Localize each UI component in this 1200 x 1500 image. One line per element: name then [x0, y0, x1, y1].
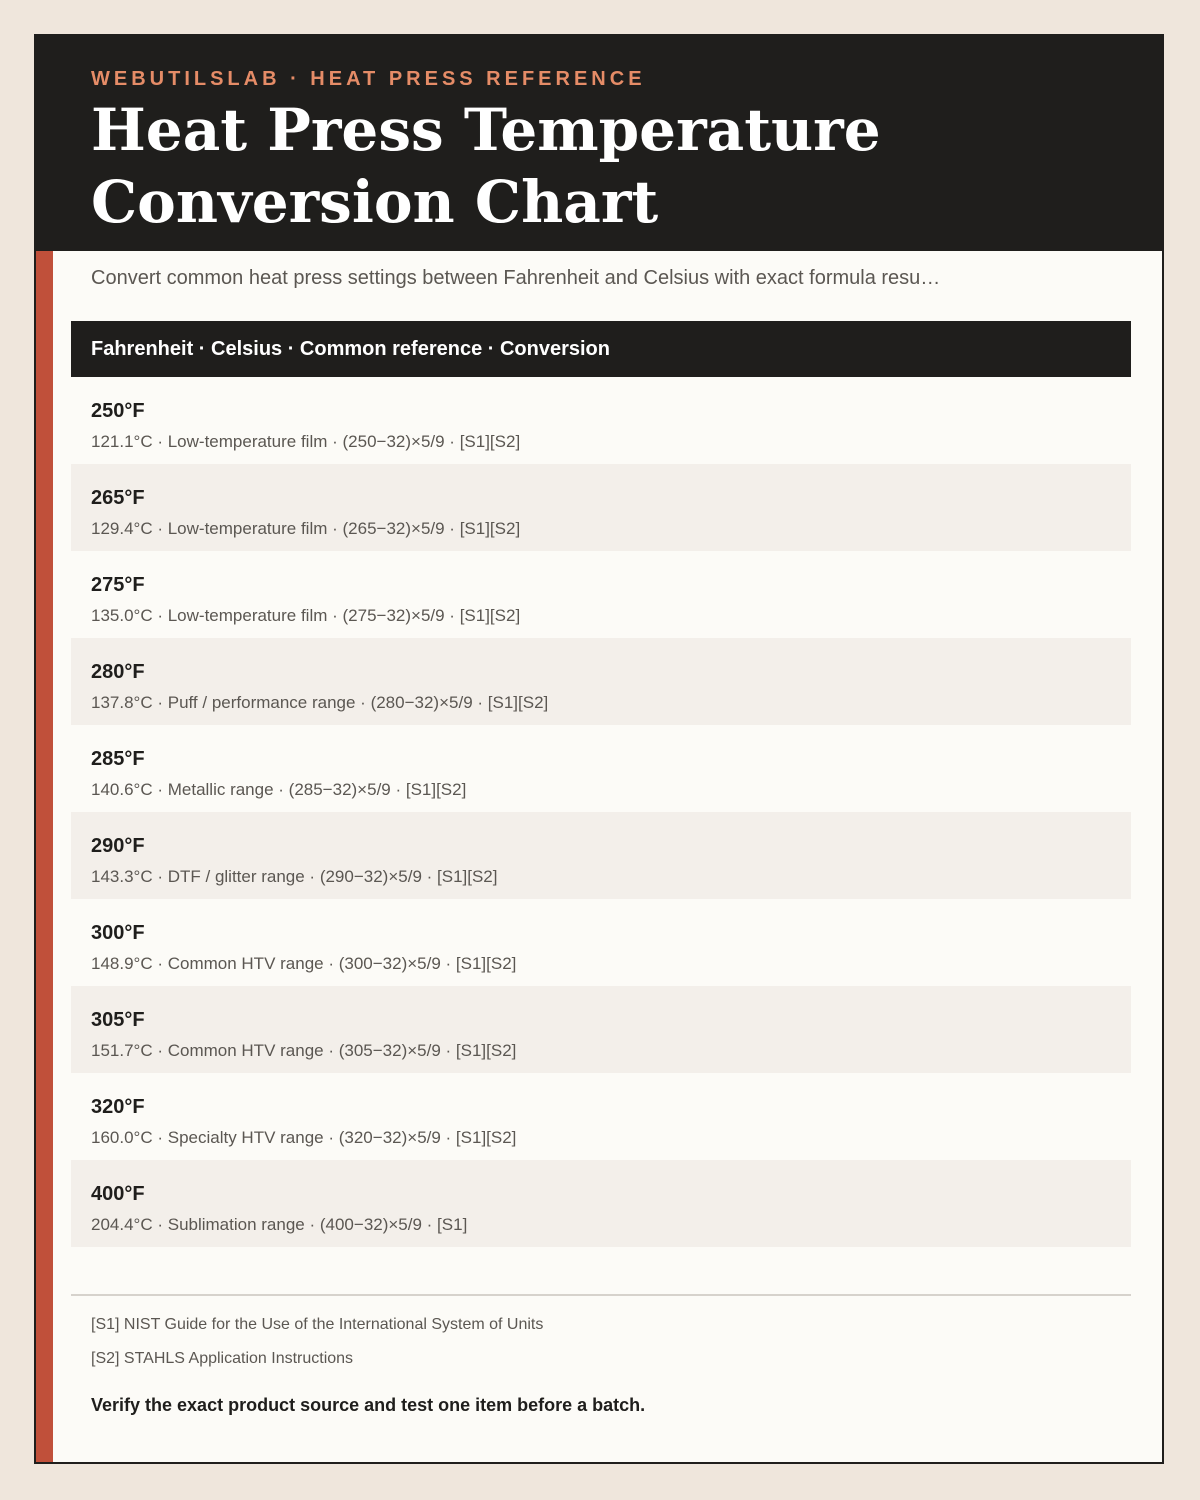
fahrenheit-value: 290°F: [91, 835, 145, 857]
accent-bar: [36, 251, 53, 1462]
footer-divider: [71, 1294, 1131, 1296]
table-row: 265°F 129.4°C · Low-temperature film · (…: [71, 464, 1131, 551]
row-detail: 143.3°C · DTF / glitter range · (290−32)…: [91, 867, 498, 886]
fahrenheit-value: 280°F: [91, 661, 145, 683]
fahrenheit-value: 320°F: [91, 1096, 145, 1118]
page-subtitle: Convert common heat press settings betwe…: [91, 267, 941, 289]
table-row: 320°F 160.0°C · Specialty HTV range · (3…: [71, 1073, 1131, 1160]
table-row: 290°F 143.3°C · DTF / glitter range · (2…: [71, 812, 1131, 899]
page-header: WEBUTILSLAB · HEAT PRESS REFERENCE Heat …: [36, 36, 1162, 251]
fahrenheit-value: 400°F: [91, 1183, 145, 1205]
reference-card: WEBUTILSLAB · HEAT PRESS REFERENCE Heat …: [34, 34, 1164, 1464]
row-detail: 129.4°C · Low-temperature film · (265−32…: [91, 519, 521, 538]
table-header: Fahrenheit · Celsius · Common reference …: [71, 321, 1131, 377]
row-detail: 140.6°C · Metallic range · (285−32)×5/9 …: [91, 780, 467, 799]
table-row: 305°F 151.7°C · Common HTV range · (305−…: [71, 986, 1131, 1073]
table-row: 300°F 148.9°C · Common HTV range · (300−…: [71, 899, 1131, 986]
fahrenheit-value: 250°F: [91, 400, 145, 422]
conversion-table: 250°F 121.1°C · Low-temperature film · (…: [71, 377, 1131, 1247]
fahrenheit-value: 300°F: [91, 922, 145, 944]
table-row: 280°F 137.8°C · Puff / performance range…: [71, 638, 1131, 725]
table-row: 250°F 121.1°C · Low-temperature film · (…: [71, 377, 1131, 464]
source-citation: [S1] NIST Guide for the Use of the Inter…: [91, 1316, 544, 1333]
fahrenheit-value: 275°F: [91, 574, 145, 596]
fahrenheit-value: 285°F: [91, 748, 145, 770]
row-detail: 160.0°C · Specialty HTV range · (320−32)…: [91, 1128, 517, 1147]
row-detail: 148.9°C · Common HTV range · (300−32)×5/…: [91, 954, 517, 973]
row-detail: 151.7°C · Common HTV range · (305−32)×5/…: [91, 1041, 517, 1060]
table-row: 275°F 135.0°C · Low-temperature film · (…: [71, 551, 1131, 638]
table-row: 285°F 140.6°C · Metallic range · (285−32…: [71, 725, 1131, 812]
row-detail: 137.8°C · Puff / performance range · (28…: [91, 693, 549, 712]
eyebrow-label: WEBUTILSLAB · HEAT PRESS REFERENCE: [91, 68, 646, 90]
row-detail: 121.1°C · Low-temperature film · (250−32…: [91, 432, 521, 451]
row-detail: 135.0°C · Low-temperature film · (275−32…: [91, 606, 521, 625]
fahrenheit-value: 265°F: [91, 487, 145, 509]
table-row: 400°F 204.4°C · Sublimation range · (400…: [71, 1160, 1131, 1247]
source-citation: [S2] STAHLS Application Instructions: [91, 1350, 354, 1367]
verification-note: Verify the exact product source and test…: [91, 1395, 646, 1415]
fahrenheit-value: 305°F: [91, 1009, 145, 1031]
page-title: Heat Press Temperature Conversion Chart: [91, 96, 881, 236]
row-detail: 204.4°C · Sublimation range · (400−32)×5…: [91, 1215, 468, 1234]
